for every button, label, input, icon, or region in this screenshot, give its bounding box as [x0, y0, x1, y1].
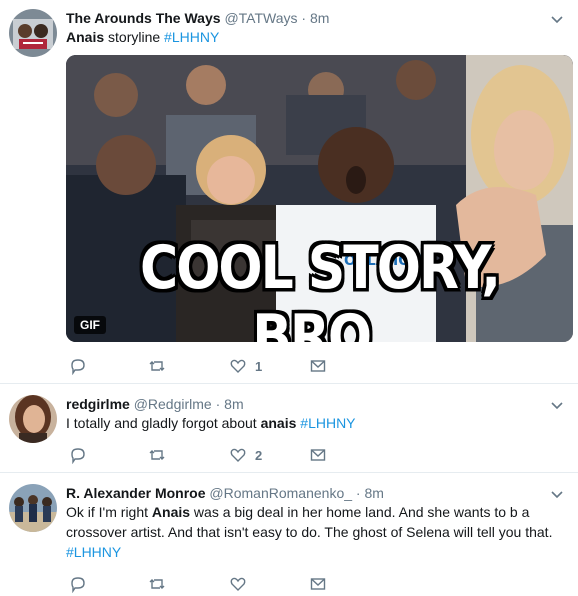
bold-keyword: anais: [260, 415, 297, 431]
chevron-down-icon[interactable]: [550, 12, 564, 26]
retweet-icon: [149, 450, 165, 460]
avatar[interactable]: [9, 395, 57, 443]
like-button[interactable]: [229, 574, 255, 594]
like-count: 2: [255, 447, 263, 463]
gif-media[interactable]: OKLAHOMA C COOL STORY, BRO. GIF: [66, 55, 573, 342]
like-button[interactable]: 2: [229, 445, 262, 465]
avatar[interactable]: [9, 9, 57, 57]
tweet-text: Anais storyline #LHHNY: [66, 27, 561, 47]
separator-dot: ·: [355, 485, 361, 501]
retweet-button[interactable]: [148, 445, 174, 465]
text-segment: I totally and gladly forgot about: [66, 415, 261, 431]
handle[interactable]: @RomanRomanenko_: [209, 485, 352, 501]
reply-icon: [71, 577, 85, 593]
tweet-1[interactable]: The Arounds The Ways @TATWays · 8m Anais…: [0, 0, 578, 383]
handle[interactable]: @TATWays: [224, 10, 297, 26]
retweet-button[interactable]: [148, 356, 174, 376]
hashtag-link[interactable]: #LHHNY: [164, 29, 219, 45]
timestamp[interactable]: 8m: [224, 396, 243, 412]
dm-icon: [310, 578, 326, 590]
bold-keyword: Anais: [66, 29, 105, 45]
retweet-icon: [149, 361, 165, 371]
tweet-header: redgirlme @Redgirlme · 8m: [66, 395, 244, 413]
avatar[interactable]: [9, 484, 57, 532]
reply-icon: [71, 448, 85, 464]
hashtag-link[interactable]: #LHHNY: [66, 544, 121, 560]
separator-dot: ·: [301, 10, 307, 26]
like-icon: [230, 448, 246, 462]
dm-button[interactable]: [309, 445, 335, 465]
display-name[interactable]: The Arounds The Ways: [66, 10, 221, 26]
tweet-actions: 1: [66, 356, 366, 376]
reply-button[interactable]: [69, 445, 95, 465]
handle[interactable]: @Redgirlme: [134, 396, 212, 412]
tweet-header: The Arounds The Ways @TATWays · 8m: [66, 9, 329, 27]
reply-icon: [71, 359, 85, 375]
reply-button[interactable]: [69, 356, 95, 376]
separator-dot: ·: [215, 396, 221, 412]
dm-button[interactable]: [309, 574, 335, 594]
bold-keyword: Anais: [151, 504, 191, 520]
hashtag-link[interactable]: #LHHNY: [300, 415, 355, 431]
gif-caption: COOL STORY, BRO.: [140, 234, 501, 342]
retweet-icon: [149, 579, 165, 589]
like-icon: [230, 359, 246, 373]
reply-button[interactable]: [69, 574, 95, 594]
timestamp[interactable]: 8m: [310, 10, 329, 26]
display-name[interactable]: R. Alexander Monroe: [66, 485, 206, 501]
tweet-actions: [66, 574, 366, 594]
tweet-actions: 2: [66, 445, 366, 465]
retweet-button[interactable]: [148, 574, 174, 594]
tweet-3[interactable]: R. Alexander Monroe @RomanRomanenko_ · 8…: [0, 473, 578, 596]
dm-button[interactable]: [309, 356, 335, 376]
tweet-text: Ok if I'm right Anais was a big deal in …: [66, 502, 561, 562]
text-segment: Ok if I'm right: [66, 504, 152, 520]
chevron-down-icon[interactable]: [550, 487, 564, 501]
tweet-text: I totally and gladly forgot about anais …: [66, 413, 561, 433]
display-name[interactable]: redgirlme: [66, 396, 130, 412]
like-icon: [230, 577, 246, 591]
gif-badge: GIF: [74, 316, 106, 334]
tweet-2[interactable]: redgirlme @Redgirlme · 8m I totally and …: [0, 384, 578, 472]
dm-icon: [310, 360, 326, 372]
timestamp[interactable]: 8m: [364, 485, 383, 501]
chevron-down-icon[interactable]: [550, 398, 564, 412]
tweet-header: R. Alexander Monroe @RomanRomanenko_ · 8…: [66, 484, 384, 502]
like-count: 1: [255, 358, 263, 374]
dm-icon: [310, 449, 326, 461]
text-segment: storyline: [104, 29, 165, 45]
like-button[interactable]: 1: [229, 356, 262, 376]
